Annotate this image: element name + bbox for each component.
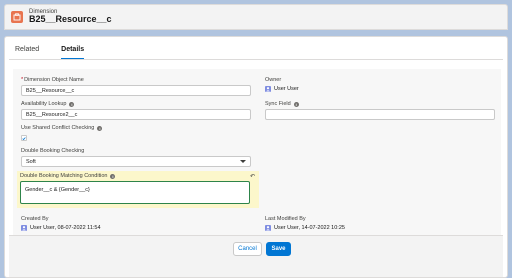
info-icon[interactable]: i (69, 101, 75, 107)
tab-related[interactable]: Related (15, 43, 39, 60)
owner-link[interactable]: User User (274, 86, 299, 92)
sync-field-input[interactable] (265, 109, 495, 120)
created-by-value[interactable]: User User, 08-07-2022 11:54 (30, 225, 101, 231)
double-booking-matching-condition-label: Double Booking Matching Condition (20, 173, 108, 179)
tab-bar: Related Details (15, 43, 106, 60)
user-avatar-icon (21, 225, 27, 231)
dimension-object-name-field: * Dimension Object Name B25__Resource__c (21, 76, 251, 96)
info-icon[interactable]: i (293, 101, 299, 107)
cancel-button[interactable]: Cancel (233, 242, 262, 256)
use-shared-conflict-checking-field: Use Shared Conflict Checking i (21, 124, 103, 141)
double-booking-matching-condition-field: Double Booking Matching Condition i ↶ Gen… (17, 171, 259, 208)
record-header: Dimension B25__Resource__c (4, 4, 508, 30)
info-icon[interactable]: i (110, 173, 116, 179)
save-button[interactable]: Save (266, 242, 291, 256)
double-booking-checking-field: Double Booking Checking Soft (21, 147, 251, 167)
availability-lookup-label: Availability Lookup (21, 101, 67, 107)
availability-lookup-field: Availability Lookup i B25__Resource2__c (21, 100, 251, 120)
dimension-object-icon (11, 11, 23, 23)
tab-details[interactable]: Details (61, 43, 85, 60)
user-avatar-icon (265, 86, 271, 92)
record-detail-card: Related Details * Dimension Object Name B… (4, 36, 508, 278)
double-booking-checking-label: Double Booking Checking (21, 148, 85, 154)
details-form: * Dimension Object Name B25__Resource__c … (13, 69, 501, 237)
owner-field: Owner User User (265, 76, 299, 92)
undo-icon[interactable]: ↶ (250, 173, 255, 180)
sync-field-label: Sync Field (265, 101, 291, 107)
owner-label: Owner (265, 77, 282, 83)
dimension-object-name-label: Dimension Object Name (24, 77, 84, 83)
user-avatar-icon (265, 225, 271, 231)
created-by-field: Created By User User, 08-07-2022 11:54 (21, 215, 101, 231)
last-modified-by-field: Last Modified By User User, 14-07-2022 1… (265, 215, 345, 231)
use-shared-conflict-checking-checkbox[interactable] (21, 135, 27, 141)
use-shared-conflict-checking-label: Use Shared Conflict Checking (21, 125, 95, 131)
chevron-down-icon (240, 160, 246, 163)
created-by-label: Created By (21, 216, 49, 222)
edit-footer: Cancel Save (9, 235, 503, 277)
info-icon[interactable]: i (97, 125, 103, 131)
checkmark-icon (22, 136, 26, 140)
double-booking-checking-value: Soft (26, 158, 36, 165)
availability-lookup-input[interactable]: B25__Resource2__c (21, 109, 251, 120)
last-modified-by-label: Last Modified By (265, 216, 306, 222)
double-booking-matching-condition-textarea[interactable]: Gender__c & {Gender__c} (20, 181, 250, 204)
double-booking-checking-select[interactable]: Soft (21, 156, 251, 167)
last-modified-by-value[interactable]: User User, 14-07-2022 10:25 (274, 225, 345, 231)
record-title: B25__Resource__c (29, 14, 112, 25)
sync-field-field: Sync Field i (265, 100, 495, 120)
dimension-object-name-input[interactable]: B25__Resource__c (21, 85, 251, 96)
tab-divider (9, 59, 503, 60)
required-marker: * (21, 77, 24, 83)
